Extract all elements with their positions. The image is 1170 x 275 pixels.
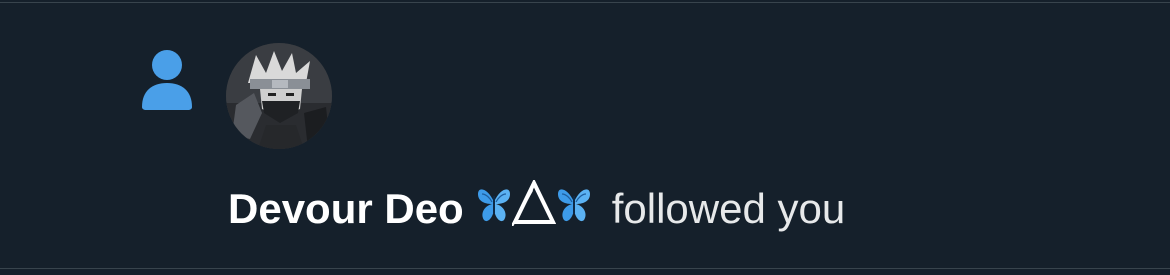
butterfly-icon (556, 182, 592, 236)
person-icon (138, 47, 196, 111)
action-text: followed you (611, 185, 846, 232)
user-name[interactable]: Devour Deo (228, 183, 464, 235)
follow-notification[interactable]: Devour Deo followed you (0, 3, 1170, 268)
bottom-divider (0, 268, 1170, 269)
name-emoji-group (476, 178, 592, 238)
triangle-icon (510, 178, 556, 238)
user-avatar[interactable] (226, 43, 332, 149)
butterfly-icon (476, 182, 512, 236)
notification-message: Devour Deo followed you (228, 178, 846, 238)
